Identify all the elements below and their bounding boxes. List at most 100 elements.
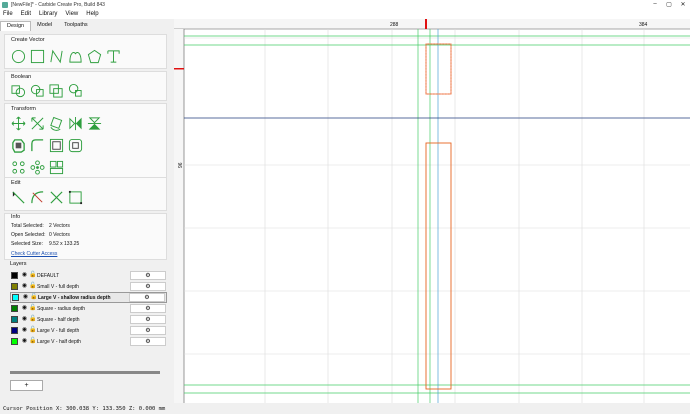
subtract-icon[interactable] <box>30 83 45 98</box>
lock-icon[interactable]: 🔓 <box>29 327 36 334</box>
layers-scrollbar[interactable] <box>10 371 160 374</box>
open-selected-value: 0 Vectors <box>49 232 70 238</box>
mirror-vertical-icon[interactable] <box>87 116 102 131</box>
lock-icon[interactable]: 🔓 <box>29 272 36 279</box>
move-icon[interactable] <box>11 116 26 131</box>
layer-row-selected[interactable]: ◉ 🔓 Large V - shallow radius depth ⚙ <box>10 292 167 303</box>
layer-color-swatch[interactable] <box>11 283 18 290</box>
edit-title: Edit <box>11 180 21 186</box>
layer-name: Square - radius depth <box>37 305 86 312</box>
lock-icon[interactable]: 🔓 <box>29 283 36 290</box>
window-controls: – ▢ ✕ <box>648 1 690 8</box>
nest-icon[interactable] <box>49 160 64 175</box>
gear-icon[interactable]: ⚙ <box>130 304 166 313</box>
offset-icon[interactable] <box>11 138 26 153</box>
menu-library[interactable]: Library <box>39 11 57 17</box>
ruler-label-384: 384 <box>639 22 648 28</box>
total-selected-value: 2 Vectors <box>49 223 70 229</box>
eye-icon[interactable]: ◉ <box>21 338 28 345</box>
array-grid-icon[interactable] <box>11 160 26 175</box>
design-canvas[interactable]: 288 384 96 <box>174 19 690 403</box>
create-vector-section: Create Vector <box>4 34 167 69</box>
selected-size-label: Selected Size: <box>11 241 43 247</box>
curve-edit-icon[interactable] <box>30 190 45 205</box>
fillet-icon[interactable] <box>30 138 45 153</box>
mirror-horizontal-icon[interactable] <box>68 116 83 131</box>
gear-icon[interactable]: ⚙ <box>130 282 166 291</box>
join-icon[interactable] <box>68 190 83 205</box>
ruler-label-288: 288 <box>390 22 399 28</box>
menu-edit[interactable]: Edit <box>21 11 31 17</box>
ruler-label-96: 96 <box>178 162 184 168</box>
left-ruler <box>174 29 184 403</box>
maximize-button[interactable]: ▢ <box>662 1 676 8</box>
minimize-button[interactable]: – <box>648 1 662 8</box>
tab-model[interactable]: Model <box>31 21 58 31</box>
eye-icon[interactable]: ◉ <box>21 305 28 312</box>
boolean-section: Boolean <box>4 71 167 101</box>
ruler-cursor-marker-y <box>174 68 184 70</box>
gear-icon[interactable]: ⚙ <box>130 326 166 335</box>
gear-icon[interactable]: ⚙ <box>130 271 166 280</box>
rectangle-tool-icon[interactable] <box>30 49 45 64</box>
eye-icon[interactable]: ◉ <box>21 316 28 323</box>
layer-row[interactable]: ◉ 🔓 Large V - half depth ⚙ <box>10 336 167 347</box>
scale-icon[interactable] <box>30 116 45 131</box>
lock-icon[interactable]: 🔓 <box>30 294 37 301</box>
inset-icon[interactable] <box>49 138 64 153</box>
trim-icon[interactable] <box>49 190 64 205</box>
eye-icon[interactable]: ◉ <box>21 272 28 279</box>
edit-section: Edit <box>4 177 167 211</box>
node-edit-icon[interactable] <box>11 190 26 205</box>
layer-name: Square - half depth <box>37 316 80 323</box>
outset-icon[interactable] <box>68 138 83 153</box>
layer-color-swatch[interactable] <box>11 305 18 312</box>
layer-color-swatch[interactable] <box>11 272 18 279</box>
layer-row[interactable]: ◉ 🔓 DEFAULT ⚙ <box>10 270 167 281</box>
gear-icon[interactable]: ⚙ <box>129 293 165 302</box>
eye-icon[interactable]: ◉ <box>21 327 28 334</box>
ruler-cursor-marker-x <box>425 19 427 29</box>
eye-icon[interactable]: ◉ <box>21 283 28 290</box>
array-circular-icon[interactable] <box>30 160 45 175</box>
check-cutter-access-link[interactable]: Check Cutter Access <box>11 251 57 257</box>
info-section: Info Total Selected: 2 Vectors Open Sele… <box>4 213 167 260</box>
lock-icon[interactable]: 🔓 <box>29 305 36 312</box>
layer-name: Large V - full depth <box>37 327 80 334</box>
layer-row[interactable]: ◉ 🔓 Square - radius depth ⚙ <box>10 303 167 314</box>
tab-toolpaths[interactable]: Toolpaths <box>58 21 94 31</box>
lock-icon[interactable]: 🔓 <box>29 338 36 345</box>
layer-row[interactable]: ◉ 🔓 Large V - full depth ⚙ <box>10 325 167 336</box>
gear-icon[interactable]: ⚙ <box>130 337 166 346</box>
menu-bar: File Edit Library View Help <box>0 9 690 19</box>
text-tool-icon[interactable] <box>106 49 121 64</box>
add-layer-button[interactable]: + <box>10 380 43 391</box>
weld-icon[interactable] <box>68 83 83 98</box>
polyline-tool-icon[interactable] <box>49 49 64 64</box>
curve-tool-icon[interactable] <box>68 49 83 64</box>
menu-view[interactable]: View <box>65 11 78 17</box>
eye-icon[interactable]: ◉ <box>22 294 29 301</box>
union-icon[interactable] <box>11 83 26 98</box>
menu-help[interactable]: Help <box>86 11 98 17</box>
layer-color-swatch[interactable] <box>11 316 18 323</box>
lock-icon[interactable]: 🔓 <box>29 316 36 323</box>
close-button[interactable]: ✕ <box>676 1 690 8</box>
layer-color-swatch[interactable] <box>11 327 18 334</box>
circle-tool-icon[interactable] <box>11 49 26 64</box>
gear-icon[interactable]: ⚙ <box>130 315 166 324</box>
layer-name: DEFAULT <box>37 272 60 279</box>
polygon-tool-icon[interactable] <box>87 49 102 64</box>
layers-list: ◉ 🔓 DEFAULT ⚙ ◉ 🔓 Small V - full depth ⚙… <box>10 270 167 347</box>
menu-file[interactable]: File <box>3 11 13 17</box>
mode-tabs: Design Model Toolpaths <box>0 21 94 31</box>
layer-color-swatch[interactable] <box>12 294 19 301</box>
intersect-icon[interactable] <box>49 83 64 98</box>
rotate-icon[interactable] <box>49 116 64 131</box>
selected-size-value: 9.52 x 133.25 <box>49 241 80 247</box>
layer-row[interactable]: ◉ 🔓 Square - half depth ⚙ <box>10 314 167 325</box>
tab-design[interactable]: Design <box>0 21 32 31</box>
layer-row[interactable]: ◉ 🔓 Small V - full depth ⚙ <box>10 281 167 292</box>
layer-color-swatch[interactable] <box>11 338 18 345</box>
design-sidebar: Create Vector Boolean Transform Edit Inf… <box>4 31 167 401</box>
